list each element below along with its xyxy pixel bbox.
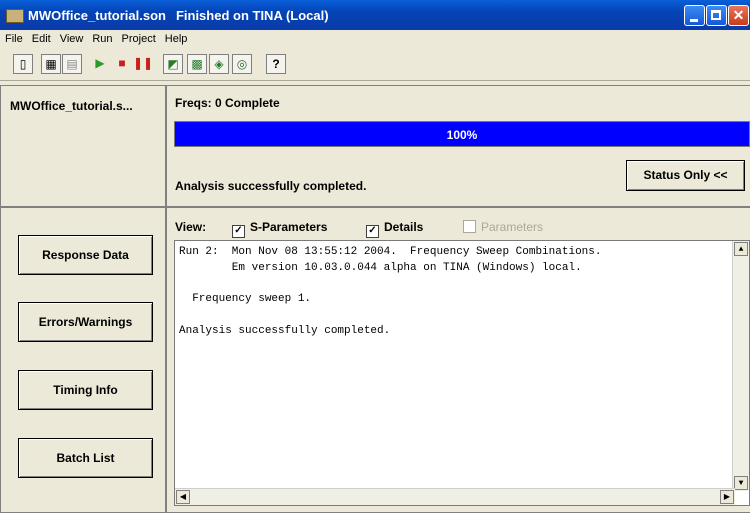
scroll-up-icon[interactable]: ▲ xyxy=(734,242,748,256)
scroll-down-icon[interactable]: ▼ xyxy=(734,476,748,490)
timing-info-button[interactable]: Timing Info xyxy=(18,370,153,410)
new-icon[interactable]: ▯ xyxy=(13,54,33,74)
close-button[interactable]: ✕ xyxy=(728,5,749,26)
s-parameters-checkbox[interactable]: ✓ S-Parameters xyxy=(232,220,327,238)
copy-icon[interactable]: ▦ xyxy=(41,54,61,74)
run-icon[interactable]: ▶ xyxy=(90,54,110,74)
title-bar[interactable]: MWOffice_tutorial.son Finished on TINA (L… xyxy=(0,0,750,30)
maximize-icon xyxy=(711,10,721,20)
freqs-status: Freqs: 0 Complete xyxy=(175,96,280,110)
scroll-right-icon[interactable]: ▶ xyxy=(720,490,734,504)
errors-warnings-label: Errors/Warnings xyxy=(38,315,133,329)
menu-help[interactable]: Help xyxy=(160,30,192,45)
pause-icon[interactable]: ❚❚ xyxy=(133,54,153,74)
log-line: Frequency sweep 1. xyxy=(179,293,312,305)
errors-warnings-button[interactable]: Errors/Warnings xyxy=(18,302,153,342)
response-data-button[interactable]: Response Data xyxy=(18,235,153,275)
checkmark-icon: ✓ xyxy=(232,225,245,238)
project-panel: MWOffice_tutorial.s... xyxy=(0,85,166,207)
parameters-checkbox[interactable]: Parameters xyxy=(463,220,543,234)
progress-label: 100% xyxy=(446,128,478,142)
log-output[interactable]: Run 2: Mon Nov 08 13:55:12 2004. Frequen… xyxy=(174,240,750,506)
progress-bar: 100% xyxy=(174,121,750,147)
parameters-label: Parameters xyxy=(481,220,544,234)
title-file: MWOffice_tutorial.son xyxy=(28,8,166,23)
project-name: MWOffice_tutorial.s... xyxy=(10,99,133,113)
paste-icon[interactable]: ▤ xyxy=(62,54,82,74)
log-line: Run 2: Mon Nov 08 13:55:12 2004. Frequen… xyxy=(179,246,602,258)
minimize-button[interactable] xyxy=(684,5,705,26)
minimize-icon xyxy=(690,19,698,22)
menu-file[interactable]: File xyxy=(0,30,27,45)
log-line: Analysis successfully completed. xyxy=(179,325,391,337)
status-only-label: Status Only << xyxy=(643,168,728,182)
navigation-panel: Response Data Errors/Warnings Timing Inf… xyxy=(0,207,166,513)
window-title: MWOffice_tutorial.son Finished on TINA (L… xyxy=(28,8,329,23)
log-line: Em version 10.03.0.044 alpha on TINA (Wi… xyxy=(179,262,582,274)
menu-run[interactable]: Run xyxy=(87,30,116,45)
maximize-button[interactable] xyxy=(706,5,727,26)
close-icon: ✕ xyxy=(732,7,745,23)
menu-view[interactable]: View xyxy=(55,30,88,45)
s-parameters-label: S-Parameters xyxy=(250,220,328,234)
toolbar: ▯ ▦ ▤ ▶ ■ ❚❚ ◩ ▩ ◈ ◎ ? xyxy=(0,48,750,81)
scroll-left-icon[interactable]: ◀ xyxy=(176,490,190,504)
menu-edit[interactable]: Edit xyxy=(27,30,55,45)
title-status: Finished on TINA (Local) xyxy=(175,8,329,23)
stop-icon[interactable]: ■ xyxy=(112,54,132,74)
chart-icon[interactable]: ◩ xyxy=(163,54,183,74)
timing-info-label: Timing Info xyxy=(53,383,118,397)
vertical-scrollbar[interactable]: ▲ ▼ xyxy=(732,241,749,491)
layout-icon[interactable]: ◈ xyxy=(209,54,229,74)
response-data-label: Response Data xyxy=(42,248,129,262)
help-icon[interactable]: ? xyxy=(266,54,286,74)
batch-list-button[interactable]: Batch List xyxy=(18,438,153,478)
view-label: View: xyxy=(175,220,207,234)
status-message: Analysis successfully completed. xyxy=(175,179,367,193)
menu-project[interactable]: Project xyxy=(117,30,160,45)
zoom-icon[interactable]: ◎ xyxy=(232,54,252,74)
details-checkbox[interactable]: ✓ Details xyxy=(366,220,423,238)
batch-list-label: Batch List xyxy=(56,451,115,465)
details-label: Details xyxy=(384,220,424,234)
horizontal-scrollbar[interactable]: ◀ ▶ xyxy=(175,488,735,505)
grid-icon[interactable]: ▩ xyxy=(187,54,207,74)
app-icon xyxy=(6,9,24,23)
checkmark-icon: ✓ xyxy=(366,225,379,238)
status-only-button[interactable]: Status Only << xyxy=(626,160,745,191)
checkbox-empty-icon xyxy=(463,220,476,233)
menu-bar: File Edit View Run Project Help xyxy=(0,30,750,48)
